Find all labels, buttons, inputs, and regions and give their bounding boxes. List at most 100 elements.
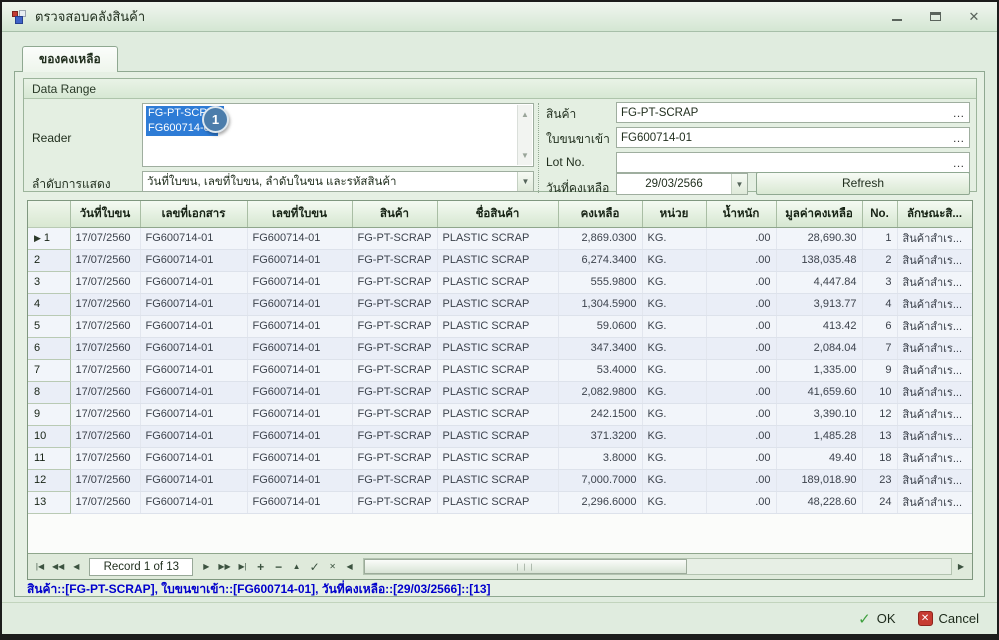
cell-product[interactable]: FG-PT-SCRAP — [352, 491, 437, 513]
cell-product[interactable]: FG-PT-SCRAP — [352, 337, 437, 359]
cell-product_name[interactable]: PLASTIC SCRAP — [437, 293, 558, 315]
cell-balance[interactable]: 2,296.6000 — [558, 491, 642, 513]
column-header[interactable]: หน่วย — [642, 201, 706, 227]
nav-last-icon[interactable]: ▶| — [235, 558, 251, 575]
tab-balance-stock[interactable]: ของคงเหลือ — [22, 46, 118, 72]
cell-unit[interactable]: KG. — [642, 293, 706, 315]
column-header[interactable]: น้ำหนัก — [706, 201, 776, 227]
column-header[interactable]: วันที่ใบขน — [70, 201, 140, 227]
cell-unit[interactable]: KG. — [642, 227, 706, 249]
table-row[interactable]: 417/07/2560FG600714-01FG600714-01FG-PT-S… — [28, 293, 972, 315]
cell-entry_no[interactable]: FG600714-01 — [247, 337, 352, 359]
table-row[interactable]: 617/07/2560FG600714-01FG600714-01FG-PT-S… — [28, 337, 972, 359]
cell-value[interactable]: 1,335.00 — [776, 359, 862, 381]
chevron-down-icon[interactable]: ▼ — [517, 172, 533, 191]
cell-weight[interactable]: .00 — [706, 227, 776, 249]
nav-next-page-icon[interactable]: ▶▶ — [216, 558, 232, 575]
close-button[interactable]: ✕ — [967, 11, 981, 23]
cell-entry_no[interactable]: FG600714-01 — [247, 491, 352, 513]
cell-no[interactable]: 2 — [862, 249, 897, 271]
cell-type[interactable]: สินค้าสำเร... — [897, 249, 972, 271]
cell-unit[interactable]: KG. — [642, 491, 706, 513]
table-row[interactable]: ▶117/07/2560FG600714-01FG600714-01FG-PT-… — [28, 227, 972, 249]
column-header[interactable]: สินค้า — [352, 201, 437, 227]
sort-order-combobox[interactable]: วันที่ใบขน, เลขที่ใบขน, ลำดับในขน และรหั… — [142, 171, 534, 192]
product-field[interactable]: FG-PT-SCRAP … — [616, 102, 970, 123]
cell-unit[interactable]: KG. — [642, 249, 706, 271]
cell-doc_no[interactable]: FG600714-01 — [140, 469, 247, 491]
cell-balance[interactable]: 1,304.5900 — [558, 293, 642, 315]
cell-value[interactable]: 48,228.60 — [776, 491, 862, 513]
table-row[interactable]: 717/07/2560FG600714-01FG600714-01FG-PT-S… — [28, 359, 972, 381]
cell-date[interactable]: 17/07/2560 — [70, 337, 140, 359]
cell-value[interactable]: 3,913.77 — [776, 293, 862, 315]
row-indicator[interactable]: 8 — [28, 381, 70, 403]
cell-unit[interactable]: KG. — [642, 381, 706, 403]
cell-balance[interactable]: 53.4000 — [558, 359, 642, 381]
nav-endedit-icon[interactable]: ✓ — [307, 558, 323, 575]
cell-entry_no[interactable]: FG600714-01 — [247, 315, 352, 337]
cell-weight[interactable]: .00 — [706, 249, 776, 271]
cell-product_name[interactable]: PLASTIC SCRAP — [437, 359, 558, 381]
refresh-button[interactable]: Refresh — [756, 172, 970, 195]
nav-canceledit-icon[interactable]: ✕ — [325, 558, 341, 575]
cell-product[interactable]: FG-PT-SCRAP — [352, 249, 437, 271]
balance-date-picker[interactable]: 29/03/2566 ▼ — [616, 173, 748, 195]
cell-product[interactable]: FG-PT-SCRAP — [352, 403, 437, 425]
scroll-up-icon[interactable]: ▲ — [521, 107, 529, 122]
cell-type[interactable]: สินค้าสำเร... — [897, 491, 972, 513]
row-indicator[interactable]: 12 — [28, 469, 70, 491]
cell-value[interactable]: 41,659.60 — [776, 381, 862, 403]
cell-product_name[interactable]: PLASTIC SCRAP — [437, 403, 558, 425]
cell-unit[interactable]: KG. — [642, 337, 706, 359]
cell-date[interactable]: 17/07/2560 — [70, 271, 140, 293]
row-indicator[interactable]: 11 — [28, 447, 70, 469]
cell-doc_no[interactable]: FG600714-01 — [140, 403, 247, 425]
cell-doc_no[interactable]: FG600714-01 — [140, 447, 247, 469]
cell-unit[interactable]: KG. — [642, 315, 706, 337]
cell-no[interactable]: 12 — [862, 403, 897, 425]
cell-weight[interactable]: .00 — [706, 403, 776, 425]
column-header[interactable]: ลักษณะสิ... — [897, 201, 972, 227]
cell-value[interactable]: 2,084.04 — [776, 337, 862, 359]
cell-type[interactable]: สินค้าสำเร... — [897, 293, 972, 315]
cell-doc_no[interactable]: FG600714-01 — [140, 293, 247, 315]
maximize-button[interactable] — [929, 11, 943, 23]
cell-balance[interactable]: 2,869.0300 — [558, 227, 642, 249]
cell-doc_no[interactable]: FG600714-01 — [140, 271, 247, 293]
cell-type[interactable]: สินค้าสำเร... — [897, 447, 972, 469]
cell-entry_no[interactable]: FG600714-01 — [247, 425, 352, 447]
product-lookup-button[interactable]: … — [949, 103, 969, 122]
cell-weight[interactable]: .00 — [706, 491, 776, 513]
cell-entry_no[interactable]: FG600714-01 — [247, 249, 352, 271]
cell-date[interactable]: 17/07/2560 — [70, 293, 140, 315]
table-row[interactable]: 1317/07/2560FG600714-01FG600714-01FG-PT-… — [28, 491, 972, 513]
cell-balance[interactable]: 242.1500 — [558, 403, 642, 425]
cell-entry_no[interactable]: FG600714-01 — [247, 403, 352, 425]
cell-product_name[interactable]: PLASTIC SCRAP — [437, 227, 558, 249]
cell-type[interactable]: สินค้าสำเร... — [897, 403, 972, 425]
row-indicator[interactable]: 9 — [28, 403, 70, 425]
cell-product[interactable]: FG-PT-SCRAP — [352, 447, 437, 469]
cell-date[interactable]: 17/07/2560 — [70, 403, 140, 425]
cell-balance[interactable]: 347.3400 — [558, 337, 642, 359]
cell-entry_no[interactable]: FG600714-01 — [247, 381, 352, 403]
cell-product[interactable]: FG-PT-SCRAP — [352, 293, 437, 315]
cell-type[interactable]: สินค้าสำเร... — [897, 271, 972, 293]
column-header[interactable]: เลขที่เอกสาร — [140, 201, 247, 227]
cell-doc_no[interactable]: FG600714-01 — [140, 337, 247, 359]
cell-doc_no[interactable]: FG600714-01 — [140, 491, 247, 513]
table-row[interactable]: 317/07/2560FG600714-01FG600714-01FG-PT-S… — [28, 271, 972, 293]
ok-button[interactable]: ✓ OK — [858, 610, 895, 628]
cell-value[interactable]: 4,447.84 — [776, 271, 862, 293]
cell-weight[interactable]: .00 — [706, 381, 776, 403]
row-indicator[interactable]: 2 — [28, 249, 70, 271]
cell-date[interactable]: 17/07/2560 — [70, 381, 140, 403]
cell-value[interactable]: 189,018.90 — [776, 469, 862, 491]
cell-entry_no[interactable]: FG600714-01 — [247, 271, 352, 293]
cell-product[interactable]: FG-PT-SCRAP — [352, 381, 437, 403]
cell-value[interactable]: 3,390.10 — [776, 403, 862, 425]
reader-memo-input[interactable]: FG-PT-SCRAPFG600714-01 ▲ ▼ — [142, 103, 534, 167]
nav-prev-icon[interactable]: ◀ — [68, 558, 84, 575]
row-indicator[interactable]: ▶1 — [28, 227, 70, 249]
